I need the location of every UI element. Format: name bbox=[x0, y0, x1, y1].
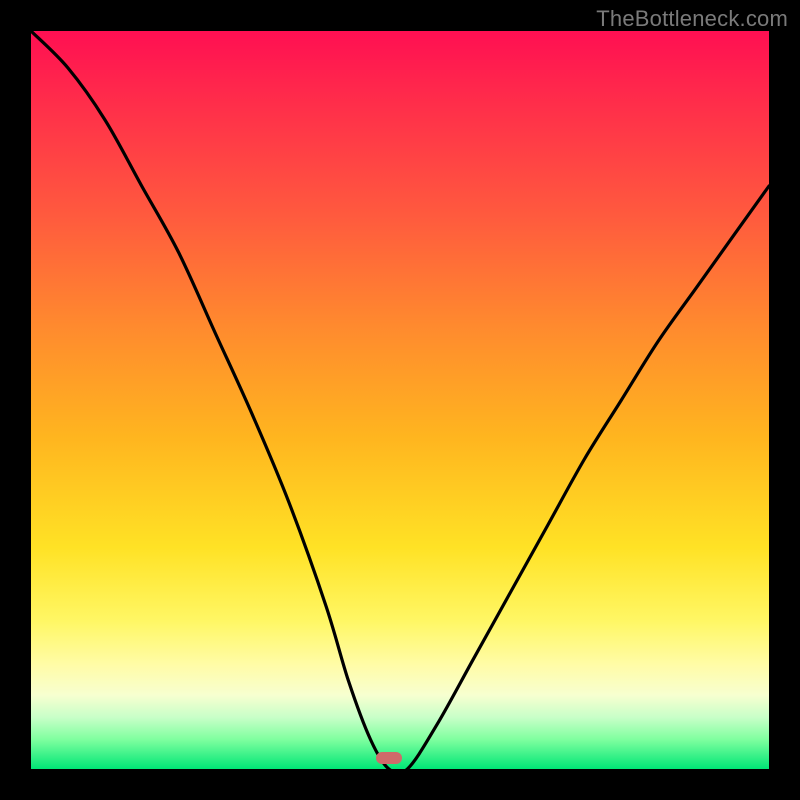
chart-stage: TheBottleneck.com bbox=[0, 0, 800, 800]
bottleneck-curve bbox=[31, 31, 769, 769]
bottleneck-curve-path bbox=[31, 31, 769, 774]
plot-area bbox=[31, 31, 769, 769]
watermark-text: TheBottleneck.com bbox=[596, 6, 788, 32]
optimum-marker-icon bbox=[376, 752, 402, 764]
